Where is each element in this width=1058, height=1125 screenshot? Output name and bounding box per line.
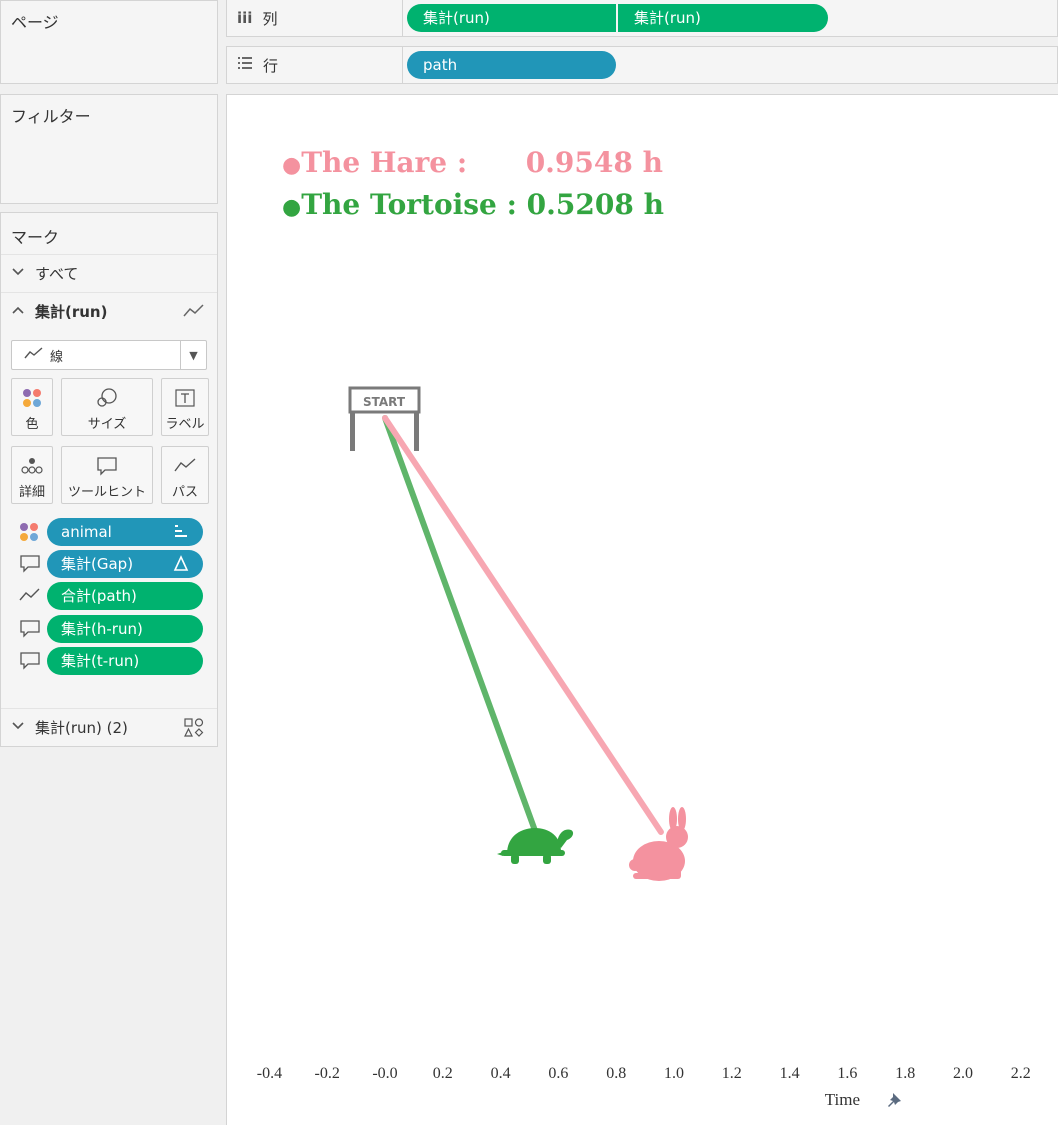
- marks-card-run[interactable]: 集計(run): [1, 292, 217, 330]
- color-dots-icon: [19, 522, 41, 542]
- x-tick-label: 1.2: [722, 1065, 742, 1082]
- line-mark-icon: [183, 302, 205, 324]
- tooltip-bubble-icon: [19, 619, 41, 639]
- field-row-gap[interactable]: 集計(Gap): [17, 550, 205, 578]
- tortoise-icon: [497, 828, 574, 864]
- tooltip-bubble-icon: [19, 554, 41, 574]
- x-tick-label: 1.0: [664, 1065, 684, 1082]
- columns-shelf[interactable]: iii 列 集計(run) 集計(run): [226, 0, 1058, 37]
- label-button[interactable]: ラベル: [161, 378, 209, 436]
- chevron-down-icon: [11, 266, 27, 281]
- field-pill-label: 集計(t-run): [61, 652, 140, 670]
- path-button[interactable]: パス: [161, 446, 209, 504]
- field-pill-label: 集計(h-run): [61, 620, 143, 638]
- shapes-icon: [183, 718, 205, 742]
- x-tick-label: 2.2: [1011, 1065, 1031, 1082]
- size-button-label: サイズ: [87, 417, 127, 432]
- marks-card-run-2[interactable]: 集計(run) (2): [1, 708, 217, 746]
- size-button[interactable]: サイズ: [61, 378, 153, 436]
- marks-all-label: すべて: [35, 265, 79, 283]
- field-pill[interactable]: 集計(t-run): [47, 647, 203, 675]
- filters-title: フィルター: [11, 107, 91, 126]
- detail-button-label: 詳細: [18, 485, 45, 500]
- field-pill[interactable]: 合計(path): [47, 582, 203, 610]
- series-line-the-hare[interactable]: [382, 415, 664, 835]
- chevron-up-icon: [11, 304, 27, 319]
- field-row-path[interactable]: 合計(path): [17, 582, 205, 610]
- tooltip-bubble-icon: [62, 453, 152, 479]
- pin-icon[interactable]: [888, 1093, 901, 1107]
- x-tick-label: 2.0: [953, 1065, 973, 1082]
- x-tick-label: 1.8: [895, 1065, 915, 1082]
- tooltip-button[interactable]: ツールヒント: [61, 446, 153, 504]
- x-tick-label: -0.2: [315, 1065, 340, 1082]
- hare-icon: [629, 807, 688, 881]
- field-pill[interactable]: animal: [47, 518, 203, 546]
- path-line-icon: [162, 453, 208, 479]
- path-line-icon: [19, 586, 41, 606]
- columns-pill-run-2[interactable]: 集計(run): [618, 4, 828, 32]
- field-row-animal[interactable]: animal: [17, 518, 205, 546]
- x-axis-title: Time: [825, 1090, 860, 1109]
- x-tick-label: 0.8: [606, 1065, 626, 1082]
- rows-icon: [237, 56, 253, 74]
- rows-pill-path[interactable]: path: [407, 51, 616, 79]
- pages-title: ページ: [11, 13, 59, 32]
- field-pill-label: animal: [61, 523, 112, 541]
- x-tick-label: 0.6: [548, 1065, 568, 1082]
- tooltip-bubble-icon: [19, 651, 41, 671]
- marks-all-card[interactable]: すべて: [1, 254, 217, 292]
- columns-label-text: 列: [262, 9, 278, 28]
- race-chart: START -0.4 -0.2 -0.0 0.2 0.4 0.6 0.8 1.0 1.2 1.4 1…: [257, 386, 1031, 1109]
- x-tick-label: -0.4: [257, 1065, 282, 1082]
- color-button[interactable]: 色: [11, 378, 53, 436]
- columns-icon: iii: [237, 9, 253, 27]
- x-tick-label: 1.4: [780, 1065, 800, 1082]
- x-tick-label: 0.2: [433, 1065, 453, 1082]
- rows-shelf-label: 行: [227, 47, 403, 83]
- mark-type-select[interactable]: 線 ▼: [11, 340, 207, 370]
- color-dots-icon: [12, 385, 52, 411]
- detail-button[interactable]: 詳細: [11, 446, 53, 504]
- label-button-label: ラベル: [165, 417, 205, 432]
- field-row-t-run[interactable]: 集計(t-run): [17, 647, 205, 675]
- start-sign-text: START: [363, 395, 406, 409]
- pages-panel: ページ: [0, 0, 218, 84]
- field-pill[interactable]: 集計(Gap): [47, 550, 203, 578]
- rows-label-text: 行: [263, 56, 279, 75]
- field-pill-label: 合計(path): [61, 587, 137, 605]
- x-tick-label: -0.0: [372, 1065, 397, 1082]
- color-button-label: 色: [25, 417, 39, 432]
- text-label-icon: [162, 385, 208, 411]
- marks-card-run-2-label: 集計(run) (2): [35, 719, 128, 737]
- field-row-h-run[interactable]: 集計(h-run): [17, 615, 205, 643]
- field-pill-label: 集計(Gap): [61, 555, 134, 573]
- tooltip-button-label: ツールヒント: [67, 485, 146, 500]
- marks-title: マーク: [11, 228, 60, 247]
- chevron-down-icon: [11, 720, 27, 735]
- size-circles-icon: [62, 385, 152, 411]
- columns-pill-run-1[interactable]: 集計(run): [407, 4, 616, 32]
- rows-shelf[interactable]: 行 path: [226, 46, 1058, 84]
- line-mark-icon: [24, 346, 44, 364]
- path-button-label: パス: [171, 485, 198, 500]
- dropdown-arrow-icon: ▼: [180, 341, 206, 369]
- columns-shelf-label: iii 列: [227, 0, 403, 36]
- x-tick-label: 1.6: [837, 1065, 857, 1082]
- marks-card-run-label: 集計(run): [35, 303, 108, 321]
- viz-canvas[interactable]: ●The Hare : 0.9548 h ●The Tortoise : 0.5…: [226, 94, 1058, 1125]
- mark-type-value: 線: [50, 349, 64, 365]
- series-line-the-tortoise[interactable]: [382, 415, 539, 835]
- marks-panel: マーク すべて 集計(run) 線 ▼ 色 サイズ ラベル 詳細 ツールヒント …: [0, 212, 218, 747]
- filters-panel[interactable]: フィルター: [0, 94, 218, 204]
- field-pill[interactable]: 集計(h-run): [47, 615, 203, 643]
- x-tick-label: 0.4: [491, 1065, 511, 1082]
- detail-dots-icon: [12, 453, 52, 479]
